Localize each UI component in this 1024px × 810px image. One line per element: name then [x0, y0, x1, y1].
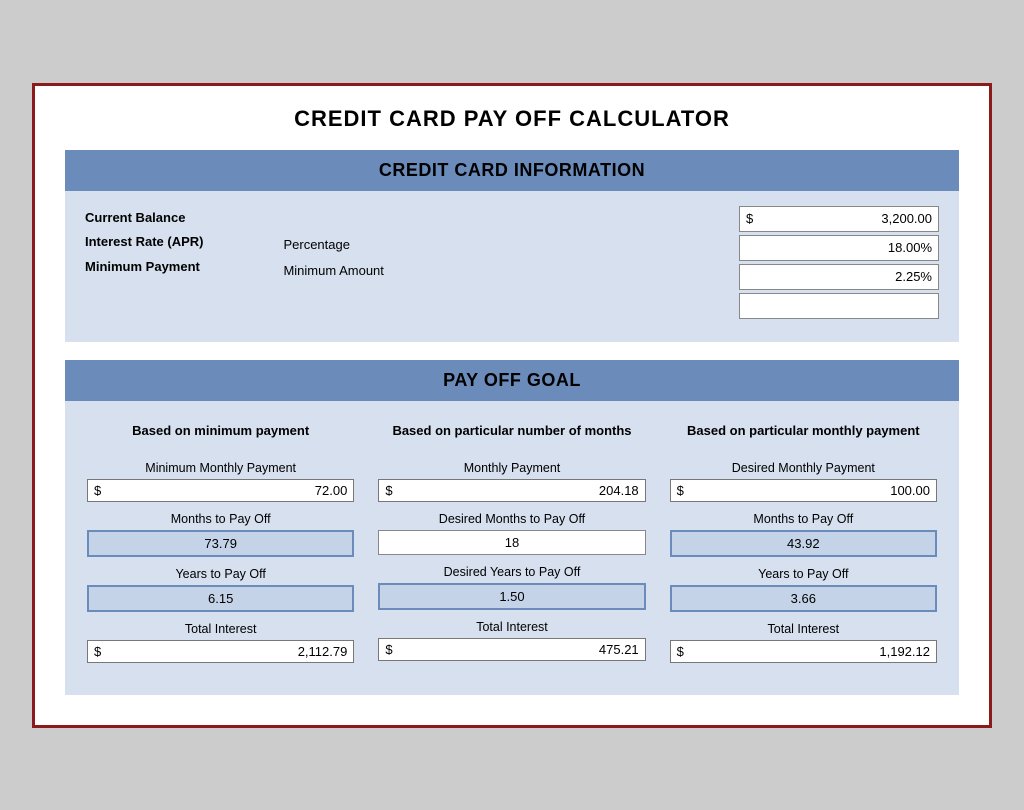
col1-field3-value: 6.15 [87, 585, 354, 612]
payoff-header: PAY OFF GOAL [65, 360, 959, 401]
col3-field2-value: 43.92 [670, 530, 937, 557]
credit-info-section: Current Balance Interest Rate (APR) Mini… [65, 191, 959, 342]
col2-field3-label: Desired Years to Pay Off [378, 565, 645, 579]
current-balance-cell[interactable]: $ 3,200.00 [739, 206, 939, 232]
col-3-header: Based on particular monthly payment [670, 411, 937, 451]
credit-info-values: $ 3,200.00 18.00% 2.25% [739, 206, 939, 322]
col2-field1-label: Monthly Payment [378, 461, 645, 475]
col3-field1-input[interactable]: $ 100.00 [670, 479, 937, 502]
main-title: CREDIT CARD PAY OFF CALCULATOR [65, 106, 959, 132]
col3-dollar-1: $ [677, 483, 684, 498]
credit-info-middle: Percentage Minimum Amount [203, 206, 739, 284]
col1-field4-input[interactable]: $ 2,112.79 [87, 640, 354, 663]
col3-field4-input[interactable]: $ 1,192.12 [670, 640, 937, 663]
col3-field3-label: Years to Pay Off [670, 567, 937, 581]
col2-field4-label: Total Interest [378, 620, 645, 634]
min-payment-pct-value: 2.25% [746, 269, 932, 284]
col3-field1-value: 100.00 [688, 483, 930, 498]
col3-field1-label: Desired Monthly Payment [670, 461, 937, 475]
col2-dollar-1: $ [385, 483, 392, 498]
col3-field4-value: 1,192.12 [688, 644, 930, 659]
current-balance-label: Current Balance [85, 206, 203, 231]
col2-field1-input[interactable]: $ 204.18 [378, 479, 645, 502]
payoff-col-1: Based on minimum payment Minimum Monthly… [75, 401, 366, 675]
payoff-col-3: Based on particular monthly payment Desi… [658, 401, 949, 675]
col2-field2-value[interactable]: 18 [378, 530, 645, 555]
col1-field4-value: 2,112.79 [105, 644, 347, 659]
col1-field4-label: Total Interest [87, 622, 354, 636]
col-2-header: Based on particular number of months [378, 411, 645, 451]
payoff-section: Based on minimum payment Minimum Monthly… [65, 401, 959, 695]
col3-field4-label: Total Interest [670, 622, 937, 636]
col1-field3-label: Years to Pay Off [87, 567, 354, 581]
minimum-payment-label: Minimum Payment [85, 255, 203, 280]
col1-dollar-1: $ [94, 483, 101, 498]
calculator-wrapper: CREDIT CARD PAY OFF CALCULATOR CREDIT CA… [32, 83, 992, 728]
col-1-header: Based on minimum payment [87, 411, 354, 451]
col2-field4-value: 475.21 [397, 642, 639, 657]
col1-field1-value: 72.00 [105, 483, 347, 498]
dollar-sign-1: $ [746, 211, 753, 226]
col2-field3-value: 1.50 [378, 583, 645, 610]
min-payment-pct-cell[interactable]: 2.25% [739, 264, 939, 290]
min-payment-amount-cell[interactable] [739, 293, 939, 319]
col3-field2-label: Months to Pay Off [670, 512, 937, 526]
col1-dollar-4: $ [94, 644, 101, 659]
col2-field1-value: 204.18 [397, 483, 639, 498]
interest-rate-cell[interactable]: 18.00% [739, 235, 939, 261]
col3-field3-value: 3.66 [670, 585, 937, 612]
credit-info-header-bar: CREDIT CARD INFORMATION [65, 150, 959, 191]
percentage-label: Percentage [283, 232, 739, 258]
col1-field1-label: Minimum Monthly Payment [87, 461, 354, 475]
col3-dollar-4: $ [677, 644, 684, 659]
col1-field1-input[interactable]: $ 72.00 [87, 479, 354, 502]
current-balance-value: 3,200.00 [757, 211, 932, 226]
minimum-amount-label: Minimum Amount [283, 258, 739, 284]
payoff-columns: Based on minimum payment Minimum Monthly… [65, 401, 959, 695]
payoff-header-bar: PAY OFF GOAL [65, 360, 959, 401]
credit-info-labels: Current Balance Interest Rate (APR) Mini… [85, 206, 203, 280]
interest-rate-label: Interest Rate (APR) [85, 230, 203, 255]
credit-info-header: CREDIT CARD INFORMATION [65, 150, 959, 191]
col1-field2-value: 73.79 [87, 530, 354, 557]
col1-field2-label: Months to Pay Off [87, 512, 354, 526]
col2-dollar-4: $ [385, 642, 392, 657]
credit-info-grid: Current Balance Interest Rate (APR) Mini… [85, 206, 939, 322]
col2-field4-input[interactable]: $ 475.21 [378, 638, 645, 661]
col2-field2-label: Desired Months to Pay Off [378, 512, 645, 526]
interest-rate-value: 18.00% [746, 240, 932, 255]
payoff-col-2: Based on particular number of months Mon… [366, 401, 657, 675]
